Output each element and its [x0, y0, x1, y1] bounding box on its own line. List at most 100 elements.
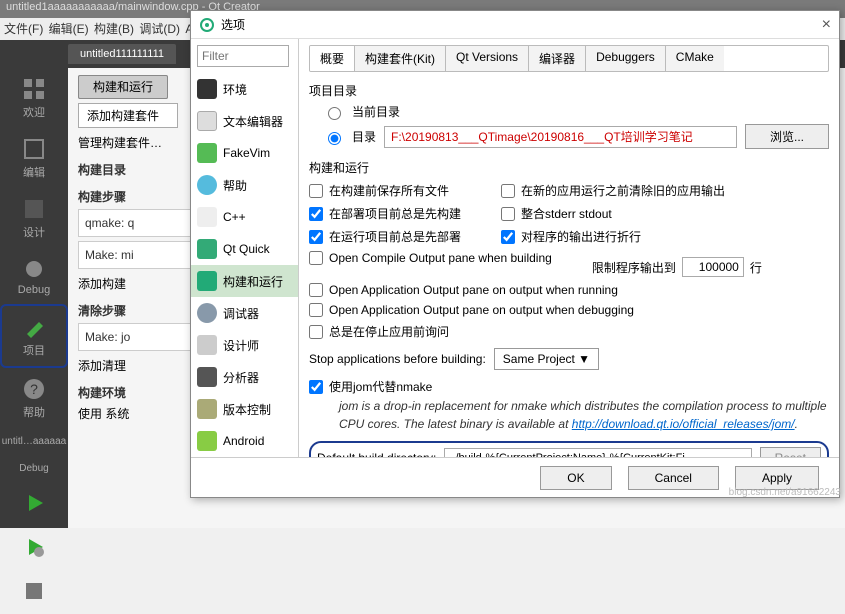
limit-output-spin[interactable] [682, 257, 744, 277]
mode-edit[interactable]: 编辑 [0, 128, 68, 188]
menu-debug[interactable]: 调试(D) [139, 22, 180, 36]
bug-icon [21, 256, 47, 282]
lbl-open-app-output-run: Open Application Output pane on output w… [329, 283, 618, 297]
tab-overview[interactable]: 概要 [310, 46, 355, 71]
chk-build-before-deploy[interactable] [309, 207, 323, 221]
lbl-wrap-output: 对程序的输出进行折行 [521, 228, 641, 245]
chk-open-app-output-debug[interactable] [309, 303, 323, 317]
tab-debuggers[interactable]: Debuggers [586, 46, 666, 71]
cat-vcs[interactable]: 版本控制 [191, 393, 298, 425]
vim-icon [197, 143, 217, 163]
label-current-dir: 当前目录 [352, 103, 400, 120]
cat-designer[interactable]: 设计师 [191, 329, 298, 361]
lbl-build-before-deploy: 在部署项目前总是先构建 [329, 205, 461, 222]
cat-env[interactable]: 环境 [191, 73, 298, 105]
mode-help[interactable]: ?帮助 [0, 368, 68, 428]
play-icon [21, 490, 47, 516]
apply-button[interactable]: Apply [735, 466, 819, 490]
chk-ask-before-stop[interactable] [309, 325, 323, 339]
menu-file[interactable]: 文件(F) [4, 22, 43, 36]
options-dialog: 选项 × 环境 文本编辑器 FakeVim 帮助 C++ Qt Quick 构建… [190, 10, 840, 498]
radio-directory[interactable] [328, 132, 341, 145]
wrench-icon [21, 314, 47, 340]
close-icon[interactable]: × [822, 16, 831, 34]
chk-open-compile-output[interactable] [309, 251, 323, 265]
default-build-dir-input[interactable] [444, 448, 751, 457]
tab-compiler[interactable]: 编译器 [529, 46, 586, 71]
mode-welcome[interactable]: 欢迎 [0, 68, 68, 128]
designer-icon [197, 335, 217, 355]
monitor-icon [197, 79, 217, 99]
lbl-default-build-dir: Default build directory: [317, 451, 436, 457]
tab-cmake[interactable]: CMake [666, 46, 724, 71]
default-build-dir-row: Default build directory: Reset [309, 441, 829, 457]
cat-cpp[interactable]: C++ [191, 201, 298, 233]
stop-apps-select[interactable]: Same Project ▼ [494, 348, 599, 370]
browse-button[interactable]: 浏览... [745, 124, 829, 149]
jom-note-2: CPU cores. The latest binary is availabl… [339, 417, 829, 431]
tab-qtversions[interactable]: Qt Versions [446, 46, 529, 71]
analyzer-icon [197, 367, 217, 387]
lbl-open-app-output-debug: Open Application Output pane on output w… [329, 303, 634, 317]
menu-edit[interactable]: 编辑(E) [49, 22, 89, 36]
debugger-icon [197, 303, 217, 323]
design-icon [21, 196, 47, 222]
dialog-titlebar: 选项 × [191, 11, 839, 39]
filter-input[interactable] [197, 45, 289, 67]
dialog-title: 选项 [221, 16, 245, 33]
project-dir-input[interactable] [384, 126, 737, 148]
cancel-button[interactable]: Cancel [628, 466, 719, 490]
project-selector[interactable]: untitl…aaaaaa [0, 428, 68, 455]
lbl-stop-apps: Stop applications before building: [309, 352, 486, 366]
cat-fakevim[interactable]: FakeVim [191, 137, 298, 169]
mode-design[interactable]: 设计 [0, 188, 68, 248]
group-project-dir: 项目目录 [309, 82, 829, 99]
build-run-header-button[interactable]: 构建和运行 [78, 75, 168, 99]
build-config-selector[interactable]: Debug [0, 455, 68, 482]
build-button[interactable] [0, 570, 68, 614]
jom-link[interactable]: http://download.qt.io/official_releases/… [572, 417, 795, 431]
gear-icon [199, 17, 215, 33]
tab-bar: 概要 构建套件(Kit) Qt Versions 编译器 Debuggers C… [309, 45, 829, 72]
mode-debug[interactable]: Debug [0, 248, 68, 304]
cat-qtquick[interactable]: Qt Quick [191, 233, 298, 265]
cat-text[interactable]: 文本编辑器 [191, 105, 298, 137]
chk-open-app-output-run[interactable] [309, 283, 323, 297]
ok-button[interactable]: OK [540, 466, 611, 490]
android-icon [197, 431, 217, 451]
radio-current-dir[interactable] [328, 107, 341, 120]
chk-wrap-output[interactable] [501, 230, 515, 244]
cat-debugger[interactable]: 调试器 [191, 297, 298, 329]
watermark: blog.csdn.net/a91662243 [729, 487, 841, 498]
cat-buildrun[interactable]: 构建和运行 [191, 265, 298, 297]
svg-text:?: ? [30, 381, 38, 397]
jom-note-1: jom is a drop-in replacement for nmake w… [339, 399, 829, 413]
menu-build[interactable]: 构建(B) [94, 22, 134, 36]
help-icon [197, 175, 217, 195]
add-kit-combo[interactable]: 添加构建套件 [78, 103, 178, 128]
chk-merge-stderr[interactable] [501, 207, 515, 221]
category-list: 环境 文本编辑器 FakeVim 帮助 C++ Qt Quick 构建和运行 调… [191, 39, 299, 457]
debug-run-button[interactable] [0, 526, 68, 570]
edit-icon [21, 136, 47, 162]
lbl-limit-unit: 行 [750, 259, 762, 276]
cat-android[interactable]: Android [191, 425, 298, 457]
mode-project[interactable]: 项目 [0, 304, 68, 368]
help-icon: ? [21, 376, 47, 402]
run-button[interactable] [0, 482, 68, 526]
chk-clear-old-output[interactable] [501, 184, 515, 198]
chk-use-jom[interactable] [309, 380, 323, 394]
cat-help[interactable]: 帮助 [191, 169, 298, 201]
lbl-merge-stderr: 整合stderr stdout [521, 205, 612, 222]
reset-button[interactable]: Reset [760, 447, 821, 457]
lbl-use-jom: 使用jom代替nmake [329, 378, 432, 395]
tab-kits[interactable]: 构建套件(Kit) [355, 46, 446, 71]
lbl-limit-output: 限制程序输出到 [592, 259, 676, 276]
lbl-deploy-before-run: 在运行项目前总是先部署 [329, 228, 461, 245]
qtquick-icon [197, 239, 217, 259]
chk-save-before-build[interactable] [309, 184, 323, 198]
cat-analyzer[interactable]: 分析器 [191, 361, 298, 393]
mode-bar: 欢迎 编辑 设计 Debug 项目 ?帮助 untitl…aaaaaa Debu… [0, 68, 68, 528]
chk-deploy-before-run[interactable] [309, 230, 323, 244]
file-tab[interactable]: untitled111111111 [68, 44, 176, 64]
